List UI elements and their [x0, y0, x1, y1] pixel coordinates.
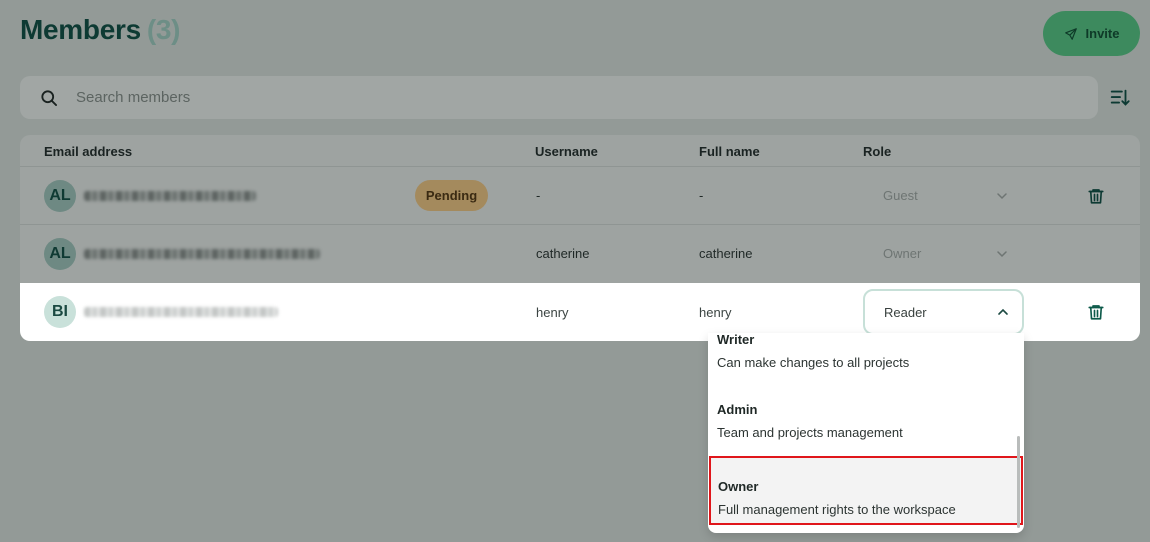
- username-cell: henry: [536, 305, 569, 320]
- role-option-name: Writer: [717, 333, 755, 347]
- email-redacted: [84, 249, 320, 259]
- role-option-admin[interactable]: Admin Team and projects management: [708, 393, 1018, 463]
- column-header-fullname[interactable]: Full name: [699, 144, 760, 159]
- chevron-down-icon: [997, 251, 1007, 258]
- role-select-value: Reader: [884, 305, 927, 320]
- page-title-text: Members: [20, 14, 141, 45]
- member-count: (3): [146, 14, 181, 45]
- fullname-cell: catherine: [699, 246, 753, 261]
- username-cell: -: [536, 188, 541, 203]
- search-input[interactable]: [76, 89, 976, 106]
- avatar: AL: [44, 180, 76, 212]
- email-redacted: [84, 191, 256, 201]
- role-option-name: Admin: [717, 402, 758, 417]
- role-option-owner[interactable]: Owner Full management rights to the work…: [709, 456, 1023, 525]
- column-header-email[interactable]: Email address: [44, 144, 132, 159]
- email-redacted: [84, 307, 278, 317]
- dropdown-scrollbar[interactable]: [1017, 436, 1020, 528]
- role-dropdown-menu: Writer Can make changes to all projects …: [708, 333, 1024, 533]
- avatar: BI: [44, 296, 76, 328]
- trash-icon[interactable]: [1087, 187, 1105, 205]
- avatar: AL: [44, 238, 76, 270]
- role-option-writer[interactable]: Writer Can make changes to all projects: [708, 333, 1018, 393]
- invite-button[interactable]: Invite: [1043, 11, 1140, 56]
- role-option-description: Team and projects management: [717, 425, 903, 440]
- role-option-description: Full management rights to the workspace: [718, 502, 956, 517]
- role-option-name: Owner: [718, 479, 759, 494]
- column-header-username[interactable]: Username: [535, 144, 598, 159]
- chevron-up-icon: [998, 308, 1008, 315]
- search-icon: [41, 89, 57, 106]
- invite-button-label: Invite: [1085, 26, 1120, 41]
- sort-icon: [1110, 89, 1130, 106]
- search-bar[interactable]: [20, 76, 1098, 119]
- username-cell: catherine: [536, 246, 590, 261]
- role-select[interactable]: Guest: [863, 173, 1024, 219]
- send-icon: [1064, 27, 1077, 40]
- role-select[interactable]: Owner: [863, 231, 1024, 277]
- members-table: Email address Username Full name Role AL…: [20, 135, 1140, 341]
- table-header: Email address Username Full name Role: [20, 135, 1140, 166]
- fullname-cell: henry: [699, 305, 732, 320]
- fullname-cell: -: [699, 188, 704, 203]
- role-select[interactable]: Reader: [863, 289, 1024, 335]
- sort-button[interactable]: [1108, 86, 1132, 110]
- status-badge: Pending: [415, 180, 488, 211]
- role-select-value: Guest: [883, 188, 918, 203]
- role-option-description: Can make changes to all projects: [717, 355, 910, 370]
- page-title: Members (3): [20, 14, 180, 46]
- chevron-down-icon: [997, 193, 1007, 200]
- role-select-value: Owner: [883, 246, 922, 261]
- table-row: AL catherine catherine Owner: [20, 224, 1140, 282]
- column-header-role[interactable]: Role: [863, 144, 891, 159]
- trash-icon[interactable]: [1087, 303, 1105, 321]
- table-row: AL Pending - - Guest: [20, 166, 1140, 224]
